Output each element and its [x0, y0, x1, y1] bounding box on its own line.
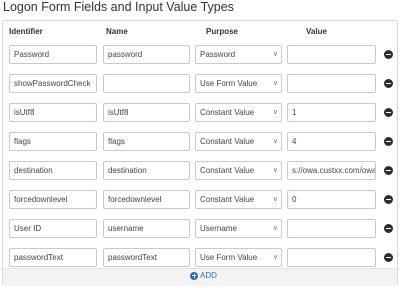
- name-field-text: passwordText: [108, 253, 157, 262]
- minus-circle-icon[interactable]: [384, 79, 393, 88]
- header-identifier: Identifier: [9, 27, 43, 36]
- purpose-select-text: Constant Value: [200, 137, 255, 146]
- minus-circle-icon[interactable]: [384, 137, 393, 146]
- chevron-down-icon: ∨: [272, 51, 278, 58]
- identifier-field-text: flags: [14, 137, 31, 146]
- minus-circle-icon[interactable]: [384, 224, 393, 233]
- value-field[interactable]: s://owa.custxx.com/owa: [287, 161, 376, 180]
- purpose-select[interactable]: Constant Value ∨: [195, 103, 282, 122]
- header-name: Name: [106, 27, 128, 36]
- value-field[interactable]: [287, 219, 376, 238]
- identifier-field-text: User ID: [14, 224, 42, 233]
- value-field[interactable]: 1: [287, 103, 376, 122]
- purpose-select[interactable]: Use Form Value ∨: [195, 74, 282, 93]
- chevron-down-icon: ∨: [272, 225, 278, 232]
- name-field-text: username: [108, 224, 144, 233]
- name-field-text: flags: [108, 137, 125, 146]
- purpose-select[interactable]: Constant Value ∨: [195, 132, 282, 151]
- identifier-field-text: Password: [14, 50, 50, 59]
- identifier-field[interactable]: forcedownlevel: [9, 190, 97, 209]
- name-field[interactable]: [103, 74, 190, 93]
- chevron-down-icon: ∨: [272, 109, 278, 116]
- chevron-down-icon: ∨: [272, 167, 278, 174]
- chevron-down-icon: ∨: [272, 254, 278, 261]
- identifier-field[interactable]: isUtf8: [9, 103, 97, 122]
- identifier-field[interactable]: User ID: [9, 219, 97, 238]
- name-field-text: destination: [108, 166, 147, 175]
- purpose-select[interactable]: Constant Value ∨: [195, 190, 282, 209]
- identifier-field-text: forcedownlevel: [14, 195, 68, 204]
- chevron-down-icon: ∨: [272, 138, 278, 145]
- name-field[interactable]: flags: [103, 132, 190, 151]
- value-field[interactable]: [287, 74, 376, 93]
- name-field[interactable]: isUtf8: [103, 103, 190, 122]
- value-field-text: 1: [292, 108, 297, 117]
- value-field[interactable]: [287, 248, 376, 267]
- purpose-select-text: Use Form Value: [200, 253, 258, 262]
- name-field[interactable]: username: [103, 219, 190, 238]
- identifier-field[interactable]: passwordText: [9, 248, 97, 267]
- name-field[interactable]: passwordText: [103, 248, 190, 267]
- identifier-field[interactable]: showPasswordCheck: [9, 74, 97, 93]
- purpose-select-text: Username: [200, 224, 237, 233]
- name-field-text: forcedownlevel: [108, 195, 162, 204]
- purpose-select-text: Constant Value: [200, 108, 255, 117]
- purpose-select[interactable]: Username ∨: [195, 219, 282, 238]
- value-field[interactable]: 4: [287, 132, 376, 151]
- value-field-text: 0: [292, 195, 297, 204]
- purpose-select-text: Password: [200, 50, 236, 59]
- purpose-select[interactable]: Use Form Value ∨: [195, 248, 282, 267]
- chevron-down-icon: ∨: [272, 196, 278, 203]
- purpose-select[interactable]: Password ∨: [195, 45, 282, 64]
- minus-circle-icon[interactable]: [384, 108, 393, 117]
- name-field-text: isUtf8: [108, 108, 129, 117]
- minus-circle-icon[interactable]: [384, 166, 393, 175]
- purpose-select-text: Constant Value: [200, 166, 255, 175]
- identifier-field[interactable]: destination: [9, 161, 97, 180]
- purpose-select[interactable]: Constant Value ∨: [195, 161, 282, 180]
- identifier-field[interactable]: flags: [9, 132, 97, 151]
- value-field[interactable]: 0: [287, 190, 376, 209]
- add-label: ADD: [200, 271, 217, 280]
- header-purpose: Purpose: [206, 27, 239, 36]
- minus-circle-icon[interactable]: [384, 50, 393, 59]
- purpose-select-text: Constant Value: [200, 195, 255, 204]
- add-button[interactable]: ADD: [190, 271, 217, 280]
- purpose-select-text: Use Form Value: [200, 79, 258, 88]
- value-field-text: 4: [292, 137, 297, 146]
- page-title: Logon Form Fields and Input Value Types: [3, 0, 234, 14]
- identifier-field-text: passwordText: [14, 253, 63, 262]
- minus-circle-icon[interactable]: [384, 195, 393, 204]
- name-field[interactable]: forcedownlevel: [103, 190, 190, 209]
- name-field[interactable]: destination: [103, 161, 190, 180]
- plus-circle-icon: [190, 271, 198, 280]
- name-field[interactable]: password: [103, 45, 190, 64]
- chevron-down-icon: ∨: [272, 80, 278, 87]
- identifier-field[interactable]: Password: [9, 45, 97, 64]
- identifier-field-text: isUtf8: [14, 108, 35, 117]
- identifier-field-text: destination: [14, 166, 53, 175]
- minus-circle-icon[interactable]: [384, 253, 393, 262]
- value-field-text: s://owa.custxx.com/owa: [292, 166, 376, 175]
- value-field[interactable]: [287, 45, 376, 64]
- header-value: Value: [306, 27, 327, 36]
- name-field-text: password: [108, 50, 143, 59]
- identifier-field-text: showPasswordCheck: [14, 79, 91, 88]
